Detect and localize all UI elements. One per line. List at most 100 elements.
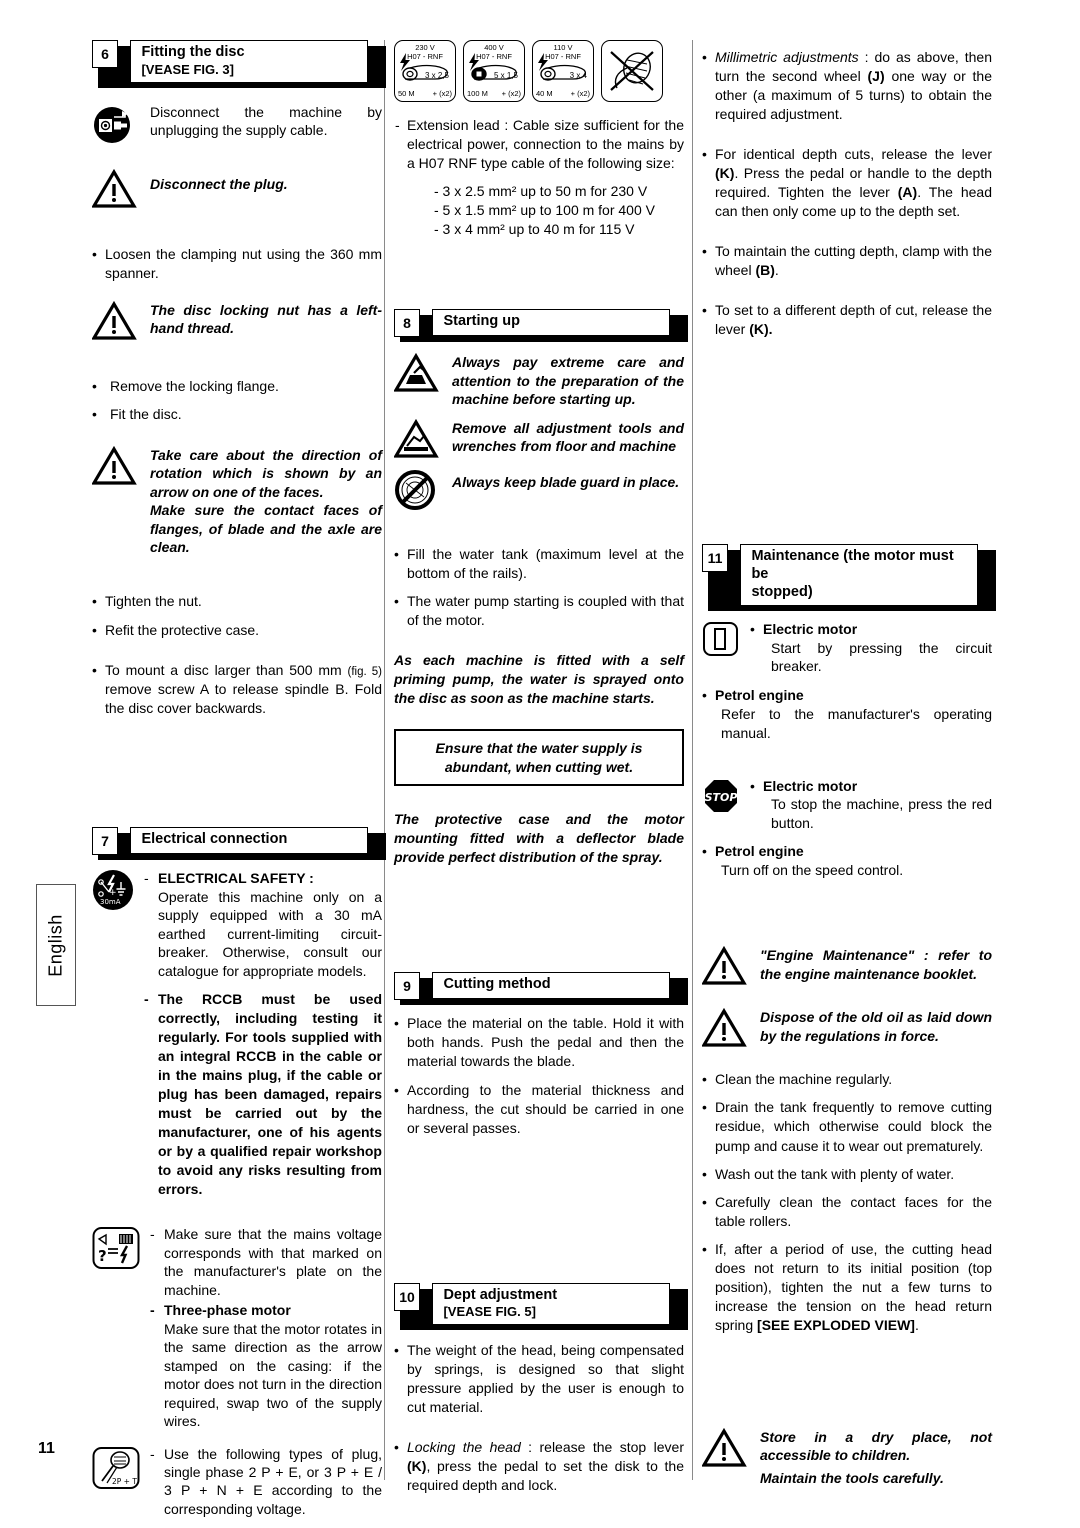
engine-maintenance-row: "Engine Maintenance" : refer to the engi… [701,946,992,988]
cable-plate-110v: 110 V H07 - RNF 3 x 4 40 M + (x2) [532,40,594,102]
petrol-engine-body-1: Refer to the manufacturer's operating ma… [721,705,992,741]
plate-length: 40 M [536,89,553,98]
warning-rotation-text-1: Take care about the direction of rotatio… [150,446,382,500]
warning-remove-tools-icon [393,418,442,461]
warning-tools-text: Remove all adjustment tools and wrenches… [452,419,684,455]
electrical-safety-heading: ELECTRICAL SAFETY : [158,870,314,887]
section-title-line1: Fitting the disc [141,44,245,60]
warning-triangle-icon [91,300,140,343]
plug-types-text: Use the following types of plug, single … [164,1445,382,1517]
plate-voltage: 230 V [415,43,435,52]
warning-rotation-text-2: Make sure the contact faces of flanges, … [150,502,382,556]
clean-machine-bullet: Clean the machine regularly. [702,1070,992,1089]
plate-extra: + (x2) [570,89,590,98]
language-tab-label: English [45,914,66,977]
remove-flange-bullet: Remove the locking flange. [92,377,382,396]
cable-size-0: - 3 x 2.5 mm² up to 50 m for 230 V [434,183,648,200]
plate-section: 3 x 2,5 [424,71,449,80]
warning-left-thread-text: The disc locking nut has a left-hand thr… [150,301,382,337]
warning-plug-text: Disconnect the plug. [150,175,288,192]
plug-types-row: 2P + T - Use the following types of plug… [92,1445,382,1519]
section-title-line2: [VEASE FIG. 5] [443,1304,536,1320]
identical-aa: (A) [897,184,918,201]
store-dry-text: Store in a dry place, not accessible to … [760,1428,992,1464]
head-return-c: . [914,1316,919,1333]
disconnect-note-text: Disconnect the machine by unplugging the… [150,103,382,139]
mount-large-disc-a: To mount a disc larger than 500 mm [105,661,348,678]
petrol-engine-block-2: • Petrol engine Turn off on the speed co… [702,842,992,880]
plug-types-block: - Use the following types of plug, singl… [150,1445,382,1517]
deflector-note: The protective case and the motor mounti… [394,811,684,866]
warning-triangle-icon [91,445,140,488]
place-material-bullet: Place the material on the table. Hold it… [394,1014,684,1071]
plate-voltage: 400 V [484,43,504,52]
plate-voltage: 110 V [553,43,573,52]
unplug-icon [92,103,140,145]
mains-voltage-row: ? - Make sure that the mains voltage cor… [92,1225,382,1430]
warning-triangle-icon [701,946,750,988]
warning-guard-text: Always keep blade guard in place. [452,473,680,490]
section-number: 6 [92,40,118,68]
plate-length: 100 M [467,89,488,98]
warning-triangle-icon [701,1427,750,1470]
plate-extra: + (x2) [501,89,521,98]
section-title-line1: Cutting method [443,976,551,993]
three-phase-body: Make sure that the motor rotates in the … [164,1320,382,1430]
electric-motor-start-body: Start by pressing the circuit breaker. [771,639,992,675]
locking-head-k: (K) [407,1458,427,1475]
tighten-nut-bullet: Tighten the nut. [92,592,382,611]
section-title-line1: Dept adjustment [443,1286,558,1303]
column-3: Millimetric adjustments : do as above, t… [701,40,996,1486]
warning-care-text: Always pay extreme care and attention to… [452,354,684,408]
section-header-11: 11 Maintenance (the motor must be stoppe… [702,544,996,612]
plate-section: 3 x 4 [569,71,587,80]
mount-large-disc-bullet: To mount a disc larger than 500 mm (fig.… [92,661,382,719]
drain-tank-bullet: Drain the tank frequently to remove cutt… [702,1098,992,1155]
section-number: 7 [92,827,118,856]
wash-tank-bullet: Wash out the tank with plenty of water. [702,1165,992,1184]
plate-section: 5 x 1,5 [493,71,518,80]
maintain-tools-text: Maintain the tools carefully. [760,1469,944,1486]
warning-left-thread-row: The disc locking nut has a left-hand thr… [91,300,382,343]
mains-voltage-block: - Make sure that the mains voltage corre… [150,1225,382,1430]
electrical-safety-block: - ELECTRICAL SAFETY : Operate this machi… [144,870,382,979]
svg-text:2P + T: 2P + T [112,1477,137,1486]
rccb-paragraph: - The RCCB must be used correctly, inclu… [144,991,382,1198]
head-weight-bullet: The weight of the head, being compensate… [394,1341,684,1417]
identical-depth-bullet: For identical depth cuts, release the le… [702,145,992,221]
warning-guard-row: Always keep blade guard in place. [394,469,684,510]
electrical-safety-row: + 30mA - ELECTRICAL SAFETY : Operate thi… [92,869,382,980]
petrol-engine-block-1: • Petrol engine Refer to the manufacture… [702,686,992,743]
petrol-engine-heading-2: Petrol engine [715,843,804,860]
millimetric-j: (J) [867,68,885,85]
petrol-engine-body-2: Turn off on the speed control. [721,862,904,879]
fill-tank-bullet: Fill the water tank (maximum level at th… [394,545,684,583]
svg-text:?: ? [98,1247,107,1265]
maintain-depth-bullet: To maintain the cutting depth, clamp wit… [702,242,992,280]
page-number: 11 [38,1440,55,1457]
stop-sign-icon: STOP [702,777,750,819]
cable-plate-230v: 230 V H07 - RNF 3 x 2,5 50 M + (x2) [394,40,456,102]
check-mains-voltage-icon: ? [92,1225,140,1270]
manual-page: English 11 6 Fitting the disc [VEASE FIG… [0,0,1080,1528]
different-b: (K). [749,321,773,338]
cable-size-2: - 3 x 4 mm² up to 40 m for 115 V [434,221,635,238]
engine-maintenance-text: "Engine Maintenance" : refer to the engi… [760,947,992,982]
section-number: 8 [394,309,420,338]
rccb-30ma-icon: + 30mA [92,869,140,911]
locking-head-b: , press the pedal to set the disk to the… [407,1458,684,1494]
column-divider-2 [692,40,693,1480]
cable-spec-plates: 230 V H07 - RNF 3 x 2,5 50 M + (x2) 400 … [394,40,684,102]
refit-case-bullet: Refit the protective case. [92,621,382,640]
warning-care-row: Always pay extreme care and attention to… [393,353,684,408]
section-number: 10 [394,1282,420,1311]
mains-voltage-text: Make sure that the mains voltage corresp… [164,1226,382,1298]
pump-coupled-bullet: The water pump starting is coupled with … [394,592,684,630]
section-title-line2: stopped) [751,583,813,600]
electric-motor-start-row: • Electric motor Start by pressing the c… [702,620,992,675]
identical-k: (K) [715,165,735,182]
svg-text:STOP: STOP [705,791,738,804]
mount-large-disc-b: remove screw A to release spindle B. Fol… [105,681,382,717]
head-return-b: [SEE EXPLODED VIEW] [757,1316,915,1333]
mount-large-disc-fig: (fig. 5) [347,665,382,678]
